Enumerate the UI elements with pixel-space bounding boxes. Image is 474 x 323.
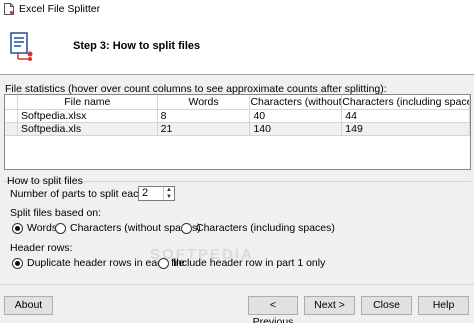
radio-words[interactable]: Words bbox=[12, 222, 57, 234]
cell-file-name[interactable]: Softpedia.xlsx bbox=[18, 110, 158, 122]
table-row[interactable]: Softpedia.xlsx 8 40 44 bbox=[5, 110, 470, 123]
cell-characters-without-spaces[interactable]: 140 bbox=[250, 123, 343, 135]
file-statistics-grid[interactable]: File name Words Characters (without s...… bbox=[4, 94, 471, 170]
close-button[interactable]: Close bbox=[361, 296, 412, 315]
stepper-arrows[interactable]: ▲ ▼ bbox=[163, 187, 174, 200]
radio-label: Characters (including spaces) bbox=[196, 222, 335, 234]
column-header-file-name[interactable]: File name bbox=[17, 95, 158, 109]
table-row[interactable]: Softpedia.xls 21 140 149 bbox=[5, 123, 470, 136]
watermark: SOFTPEDIA bbox=[150, 246, 254, 263]
title-bar: Excel File Splitter bbox=[0, 0, 474, 18]
column-header-words[interactable]: Words bbox=[157, 95, 251, 109]
split-group-title: How to split files bbox=[7, 175, 83, 187]
grid-corner bbox=[5, 95, 18, 109]
column-header-characters-including-spaces[interactable]: Characters (including spaces) bbox=[342, 95, 470, 109]
row-header[interactable] bbox=[5, 110, 18, 122]
grid-header: File name Words Characters (without s...… bbox=[5, 95, 470, 110]
footer-divider bbox=[0, 284, 474, 285]
cell-characters-including-spaces[interactable]: 44 bbox=[342, 110, 470, 122]
row-header[interactable] bbox=[5, 123, 18, 135]
header-divider bbox=[0, 74, 474, 75]
radio-button-selected[interactable] bbox=[12, 257, 23, 269]
previous-button[interactable]: < Previous bbox=[248, 296, 298, 323]
radio-label: Words bbox=[27, 222, 58, 234]
header-rows-label: Header rows: bbox=[10, 242, 73, 254]
radio-characters-including-spaces[interactable]: Characters (including spaces) bbox=[181, 222, 335, 234]
split-document-icon bbox=[8, 32, 36, 62]
column-header-characters-without-spaces[interactable]: Characters (without s... bbox=[250, 95, 343, 109]
cell-words[interactable]: 21 bbox=[158, 123, 251, 135]
split-based-on-label: Split files based on: bbox=[10, 207, 102, 219]
radio-characters-without-spaces[interactable]: Characters (without spaces) bbox=[55, 222, 201, 234]
step-title: Step 3: How to split files bbox=[73, 40, 201, 52]
parts-value[interactable]: 2 bbox=[139, 187, 163, 200]
radio-button-selected[interactable] bbox=[12, 222, 23, 234]
cell-file-name[interactable]: Softpedia.xls bbox=[18, 123, 158, 135]
document-icon bbox=[4, 3, 14, 15]
cell-characters-without-spaces[interactable]: 40 bbox=[250, 110, 343, 122]
radio-button[interactable] bbox=[55, 222, 66, 234]
cell-characters-including-spaces[interactable]: 149 bbox=[342, 123, 470, 135]
about-button[interactable]: About bbox=[4, 296, 53, 315]
stepper-down-icon[interactable]: ▼ bbox=[164, 194, 174, 201]
parts-stepper[interactable]: 2 ▲ ▼ bbox=[138, 186, 175, 201]
next-button[interactable]: Next > bbox=[304, 296, 355, 315]
wizard-header: Step 3: How to split files bbox=[0, 18, 474, 74]
help-button[interactable]: Help bbox=[418, 296, 469, 315]
cell-words[interactable]: 8 bbox=[158, 110, 251, 122]
window-title: Excel File Splitter bbox=[19, 3, 101, 15]
radio-button[interactable] bbox=[181, 222, 192, 234]
